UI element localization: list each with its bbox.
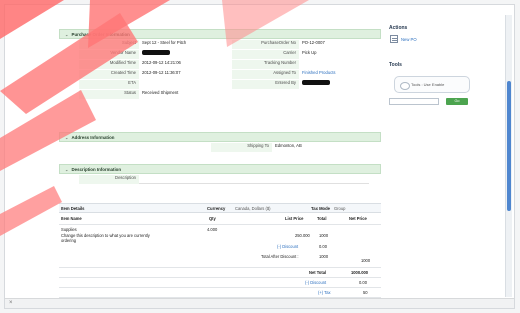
new-po-action[interactable]: New PO xyxy=(390,35,417,43)
carrier-value: Pick Up xyxy=(302,50,317,55)
tools-search-input[interactable] xyxy=(389,98,439,105)
purchase-section-title: Purchase Order Information xyxy=(71,31,130,37)
tax-value: 50 xyxy=(363,290,368,295)
modified-value: 2012-09-12 14:21:06 xyxy=(142,60,181,65)
assigned-label: Assigned To xyxy=(232,70,299,79)
vendor-label: Vendor Name xyxy=(79,50,139,59)
close-icon[interactable]: × xyxy=(9,300,13,306)
divider xyxy=(59,267,381,268)
tax-link[interactable]: (+) Tax xyxy=(318,290,331,295)
created-value: 2012-09-12 11:36:07 xyxy=(142,70,181,75)
created-label: Created Time xyxy=(79,70,139,79)
currency-value: Canada, Dollars ($) xyxy=(235,206,271,211)
item-name: Supplies xyxy=(61,227,77,232)
address-section-title: Address Information xyxy=(71,134,115,140)
footer-discount-value: 0.00 xyxy=(359,280,367,285)
chevron-down-icon: ⌄ xyxy=(65,166,69,172)
item-details-header: Item Details Currency Canada, Dollars ($… xyxy=(59,203,381,213)
description-value xyxy=(139,175,369,184)
cloud-icon xyxy=(400,82,410,90)
modified-label: Modified Time xyxy=(79,60,139,69)
vendor-value xyxy=(139,50,213,59)
entered-value xyxy=(299,80,375,89)
tax-mode-label: Tax Mode xyxy=(311,206,331,211)
subject-label: Subject xyxy=(79,40,139,49)
description-label: Description xyxy=(79,175,139,184)
sidebar: Actions New PO Tools Tools : Use Enable … xyxy=(389,25,503,175)
divider xyxy=(59,224,381,225)
item-details-title: Item Details xyxy=(61,206,85,211)
tracking-label: Tracking Number xyxy=(232,60,299,69)
divider xyxy=(59,277,381,278)
actions-title: Actions xyxy=(389,25,408,31)
tools-panel[interactable]: Tools : Use Enable xyxy=(394,76,470,93)
description-section-title: Description Information xyxy=(71,166,122,172)
shipping-value: Edmonton, AB xyxy=(275,143,302,148)
assigned-link[interactable]: Finished Products xyxy=(299,70,375,79)
new-po-link[interactable]: New PO xyxy=(401,37,417,42)
subject-value: Sept 12 - Steel for Pitch xyxy=(142,40,187,45)
column-list-price: List Price xyxy=(285,216,304,221)
footer-discount-link[interactable]: (-) Discount xyxy=(305,280,326,285)
column-total: Total xyxy=(317,216,327,221)
shipping-label: Shipping To xyxy=(211,143,272,152)
net-price-value: 1000 xyxy=(361,258,371,263)
eta-label: ETA xyxy=(79,80,139,89)
po-value: PO-12-0007 xyxy=(302,40,325,45)
chevron-down-icon: ⌄ xyxy=(65,31,69,37)
net-total-value: 1000.000 xyxy=(351,270,369,275)
chevron-down-icon: ⌄ xyxy=(65,134,69,140)
divider xyxy=(59,287,381,288)
column-qty: Qty xyxy=(209,216,216,221)
tools-text: Tools : Use Enable xyxy=(411,82,445,87)
bottom-status-bar: × xyxy=(5,298,514,308)
redacted-bar xyxy=(302,80,330,86)
section-address[interactable]: ⌄ Address Information xyxy=(59,132,381,142)
eta-value xyxy=(139,80,213,89)
document-icon xyxy=(390,35,398,43)
after-discount-value: 1000 xyxy=(319,254,329,259)
item-description: Change this description to what you are … xyxy=(61,233,150,243)
net-total-label: Net Total xyxy=(309,270,327,275)
section-description[interactable]: ⌄ Description Information xyxy=(59,164,381,174)
currency-label: Currency xyxy=(207,206,226,211)
entered-label: Entered By xyxy=(232,80,299,89)
discount-link[interactable]: (-) Discount xyxy=(277,244,298,249)
column-item-name: Item Name xyxy=(61,216,82,221)
browser-window: ⌄ Purchase Order Information Subject Sep… xyxy=(4,4,515,309)
carrier-label: Carrier xyxy=(232,50,299,59)
discount-value: 0.00 xyxy=(319,244,327,249)
column-net-price: Net Price xyxy=(349,216,367,221)
section-purchase-order[interactable]: ⌄ Purchase Order Information xyxy=(59,29,381,39)
po-label: PurchaseOrder No xyxy=(232,40,299,49)
tax-mode-value: Group xyxy=(334,206,346,211)
vertical-scrollbar[interactable] xyxy=(505,15,512,297)
status-label: Status xyxy=(79,90,139,99)
after-discount-label: Total After Discount : xyxy=(261,254,299,259)
go-button[interactable]: Go xyxy=(446,98,468,105)
purchase-fields: Subject Sept 12 - Steel for Pitch Vendor… xyxy=(59,40,381,132)
tools-title: Tools xyxy=(389,62,402,68)
purchase-order-view: ⌄ Purchase Order Information Subject Sep… xyxy=(59,19,381,308)
tracking-value xyxy=(299,60,375,69)
item-qty: 4.000 xyxy=(207,227,218,232)
item-total: 1000 xyxy=(319,233,329,238)
redacted-bar xyxy=(142,50,170,56)
item-list-price: 250.000 xyxy=(295,233,310,238)
scroll-thumb[interactable] xyxy=(507,81,511,211)
status-value: Received Shipment xyxy=(142,90,179,95)
